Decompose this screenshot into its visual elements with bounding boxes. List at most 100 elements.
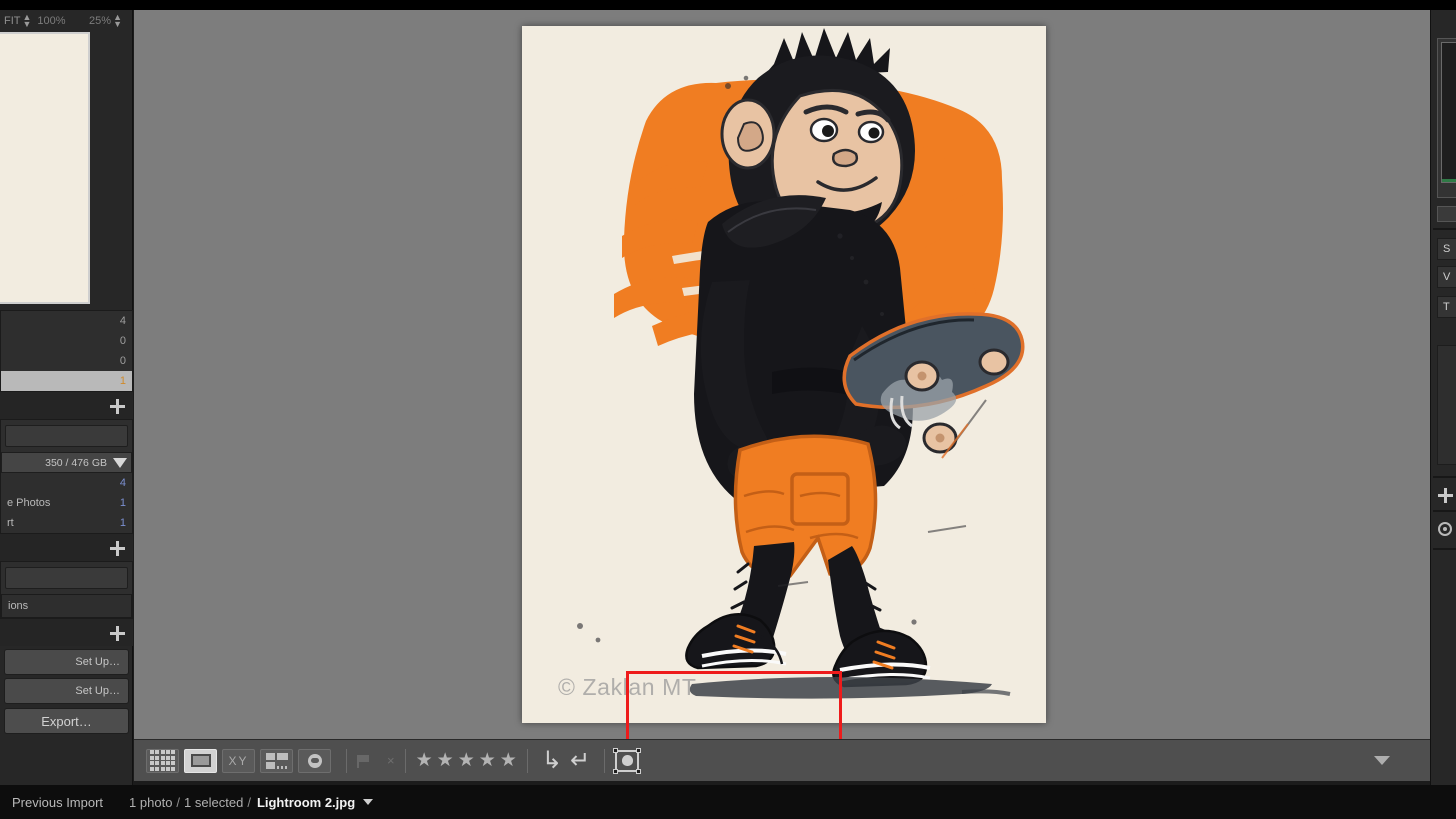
folder-row-count: 1 [119,497,126,509]
crop-handle-bl [613,768,619,774]
collections-label: ions [8,600,29,612]
histogram-graph [1441,42,1456,183]
rotate-right-icon[interactable]: ↳ [542,748,562,773]
catalog-row[interactable]: 4 [1,311,132,331]
left-panel-body: 4 0 0 1 350 / 476 GB 4 e Photos 1 rt 1 i… [0,310,133,785]
status-separator: / [176,794,181,810]
star-1[interactable]: ★ [416,751,433,770]
toolbar-separator [404,748,406,773]
people-face-icon [307,753,322,768]
export-button[interactable]: Export… [4,708,129,734]
plus-icon[interactable] [109,398,125,414]
catalog-row-count: 4 [119,315,126,327]
status-source[interactable]: Previous Import [12,795,103,810]
folder-row[interactable]: 4 [1,473,132,493]
folder-row-label: rt [7,517,14,529]
star-2[interactable]: ★ [437,751,454,770]
chimp-skater-illustration [522,26,1046,723]
collection-search-input[interactable] [5,567,128,589]
plus-icon[interactable] [1438,488,1453,503]
crop-handle-tl [613,747,619,753]
navigator-preview-art [0,34,17,302]
plus-icon[interactable] [109,625,125,641]
gear-icon[interactable] [1438,522,1452,536]
status-bar: Previous Import 1 photo / 1 selected / L… [0,785,1456,819]
plus-icon[interactable] [109,540,125,556]
right-panel-divider [1433,510,1456,512]
navigator-zoom-25[interactable]: 25% [89,15,111,27]
catalog-row-count: 1 [119,375,126,387]
caret-down-icon[interactable] [363,799,374,805]
catalog-row[interactable]: 0 [1,331,132,351]
rotate-left-icon[interactable]: ↵ [570,748,590,773]
star-3[interactable]: ★ [458,751,475,770]
navigator-fit-label[interactable]: FIT [4,15,21,27]
navigator-preview[interactable] [0,32,90,304]
right-panel-section-label: S [1443,243,1451,255]
illustration-thumb [0,34,17,302]
publish-setup-button[interactable]: Set Up… [4,649,129,675]
image-viewer[interactable]: © Zaklan MT [134,10,1430,744]
right-panel-divider [1433,476,1456,478]
chevron-down-icon[interactable] [113,457,127,468]
crop-overlay-icon[interactable] [613,747,642,774]
collections-block: ions [0,561,133,619]
status-photo-count: 1 photo [129,794,173,810]
status-filename: Lightroom 2.jpg [256,794,356,810]
photo-watermark: © Zaklan MT [558,674,697,700]
crop-handle-tr [636,747,642,753]
toolbar-separator [346,748,347,773]
folder-row-count: 4 [119,477,126,489]
add-catalog-bar[interactable] [0,392,133,419]
collections-row[interactable]: ions [1,594,132,618]
left-panel: FIT ▲ ▼ 100% 25% ▲ ▼ 4 0 0 1 350 / 476 G… [0,10,133,785]
folder-row[interactable]: rt 1 [1,513,132,533]
star-4[interactable]: ★ [479,751,496,770]
loupe-icon [190,754,211,767]
catalog-row[interactable]: 0 [1,351,132,371]
disk-space-label: 350 / 476 GB [45,456,107,469]
navigator-zoom-100[interactable]: 100% [37,15,65,27]
survey-view-button[interactable] [260,748,293,773]
star-rating[interactable]: ★ ★ ★ ★ ★ [416,751,517,770]
flag-icon[interactable] [357,754,369,768]
navigator-zoom-stepper[interactable]: ▲ ▼ [113,13,122,29]
navigator-fit-stepper[interactable]: ▲ ▼ [23,13,32,29]
right-panel-section-t[interactable]: T [1437,296,1456,318]
toolbar-separator [604,748,606,773]
catalog-row-count: 0 [119,335,126,347]
folder-row-label: e Photos [7,497,51,509]
catalog-row-count: 0 [119,355,126,367]
folder-search-input[interactable] [5,425,128,447]
right-panel-small-row-1[interactable] [1437,206,1456,222]
catalog-block: 4 0 0 1 [0,310,133,392]
star-5[interactable]: ★ [500,751,517,770]
status-separator: / [247,794,251,810]
right-panel-divider [1433,548,1456,550]
right-panel-large-area[interactable] [1437,345,1456,465]
window-top-bar [0,0,1456,10]
catalog-row-selected[interactable]: 1 [1,371,132,391]
survey-icon [265,752,288,769]
add-folder-bar[interactable] [0,534,133,561]
histogram-panel[interactable] [1437,38,1456,198]
navigator-zoom-row: FIT ▲ ▼ 100% 25% ▲ ▼ [0,10,132,32]
disk-space-row[interactable]: 350 / 476 GB [1,452,132,473]
grid-view-button[interactable] [146,748,179,773]
add-collection-bar[interactable] [0,619,133,646]
publish-setup-button-2[interactable]: Set Up… [4,678,129,704]
compare-xy-icon: XY [228,753,249,768]
chevron-down-icon[interactable] [1374,756,1390,765]
right-panel-section-v[interactable]: V [1437,266,1456,288]
right-panel-section-s[interactable]: S [1437,238,1456,260]
photo-canvas[interactable]: © Zaklan MT [522,26,1046,723]
right-panel-divider [1433,228,1456,230]
folder-row-count: 1 [119,517,126,529]
crop-handle-br [636,768,642,774]
compare-view-button[interactable]: XY [222,748,255,773]
status-selected-count: 1 selected [184,794,244,810]
reject-icon[interactable]: × [387,753,395,768]
loupe-view-button[interactable] [184,748,217,773]
people-view-button[interactable] [298,748,331,773]
folder-row[interactable]: e Photos 1 [1,493,132,513]
